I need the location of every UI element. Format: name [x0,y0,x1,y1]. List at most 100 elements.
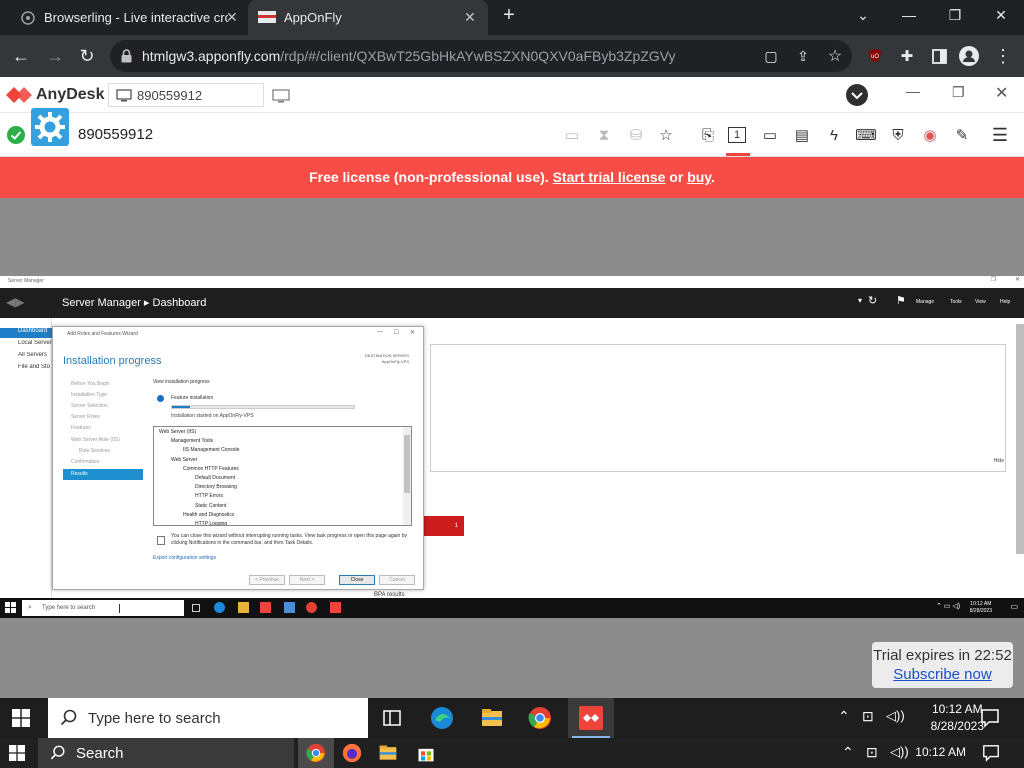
chrome-icon[interactable] [306,602,317,613]
remote-search-box[interactable]: ⌕ Type here to search [22,600,184,616]
sm-alert-tile[interactable]: 1 [420,516,464,536]
sm-menu-help[interactable]: Help [1000,299,1010,305]
keyboard-icon[interactable]: ⌨ [855,125,877,145]
hamburger-menu-icon[interactable]: ☰ [990,125,1010,145]
remote-settings-gear-icon[interactable] [31,108,69,146]
subscribe-now-link[interactable]: Subscribe now [872,666,1013,683]
sm-back-icon[interactable]: ◀▶ [6,295,24,309]
chrome-icon[interactable] [528,706,552,730]
favorite-star-icon[interactable]: ☆ [656,125,676,145]
tab-browserling[interactable]: Browserling - Live interactive cro ✕ [10,0,246,35]
forward-icon[interactable]: → [42,43,68,69]
sm-menu-view[interactable]: View [975,299,986,305]
windows-start-icon[interactable] [12,709,30,727]
close-window-button[interactable]: ✕ [978,0,1024,30]
permissions-shield-icon[interactable]: ⛨ [888,125,908,145]
wizard-maximize-icon[interactable]: ☐ [394,329,399,336]
minimize-button[interactable]: — [886,0,932,30]
sidebar-item-all-servers[interactable]: All Servers [0,352,52,362]
feature-list[interactable]: Web Server (IIS) Management Tools IIS Mana… [153,426,412,526]
database-icon[interactable]: ⛁ [626,125,646,145]
chrome-active-task[interactable] [298,738,334,768]
monitor-1-icon[interactable]: 1 [728,127,746,143]
network-icon[interactable]: ⊡ [862,708,874,725]
sm-scrollbar[interactable] [1016,324,1024,554]
anydesk-minimize-button[interactable]: — [906,83,920,99]
host-search-box[interactable]: Search [38,738,294,768]
extensions-icon[interactable]: ✚ [894,43,920,69]
edge-icon[interactable] [214,602,225,613]
export-settings-link[interactable]: Export configuration settings [153,555,216,561]
sm-refresh-icon[interactable]: ↻ [868,294,877,307]
remote-notification-icon[interactable]: ▭ [1010,602,1018,611]
remote-desktop-view[interactable]: Server Manager ❐ ✕ ◀▶ Server Manager ▸ D… [0,276,1024,618]
side-panel-icon[interactable] [926,43,952,69]
sidebar-item-local-server[interactable]: Local Server [0,340,52,350]
next-button[interactable]: Next > [289,575,325,585]
share-icon[interactable]: ⇪ [790,43,816,69]
sm-dropdown-icon[interactable]: ▾ [858,296,862,305]
record-icon[interactable]: ◉ [920,125,940,145]
wizard-step-results[interactable]: Results [63,469,143,480]
windows-start-icon[interactable] [9,745,25,761]
close-tab-icon[interactable]: ✕ [226,9,238,26]
host-show-hidden-icons[interactable]: ⌃ [842,744,854,761]
cancel-button[interactable]: Cancel [379,575,415,585]
file-explorer-icon[interactable] [378,743,398,763]
file-transfer-icon[interactable]: ⎘ [698,125,718,145]
tab-apponfly[interactable]: AppOnFly ✕ [248,0,488,35]
sm-notifications-flag-icon[interactable]: ⚑ [896,294,906,307]
new-tab-button[interactable]: + [494,0,524,30]
hourglass-icon[interactable]: ⧗ [594,125,614,145]
sm-restore-icon[interactable]: ❐ [991,276,996,283]
anydesk-close-button[interactable]: ✕ [995,83,1008,103]
store-icon[interactable] [416,743,436,763]
profile-icon[interactable] [956,43,982,69]
anydesk-restore-button[interactable]: ❐ [952,84,965,101]
windows-start-icon[interactable] [5,602,16,613]
start-trial-link[interactable]: Start trial license [553,169,666,185]
close-tab-icon[interactable]: ✕ [464,9,476,26]
firefox-icon[interactable] [342,743,362,763]
file-explorer-icon[interactable] [238,602,249,613]
anydesk-menu-icon[interactable] [846,84,868,106]
previous-button[interactable]: < Previous [249,575,285,585]
actions-lightning-icon[interactable]: ϟ [824,125,844,145]
wizard-minimize-icon[interactable]: — [377,329,383,335]
host-volume-icon[interactable]: ◁)) [890,744,909,760]
anydesk-taskbar-icon-2[interactable] [330,602,341,613]
menu-kebab-icon[interactable]: ⋮ [990,43,1016,69]
ublock-extension-icon[interactable]: uO [862,43,888,69]
bookmark-star-icon[interactable]: ☆ [822,43,848,69]
buy-link[interactable]: buy [687,169,711,185]
sidebar-item-dashboard[interactable]: Dashboard [0,328,52,338]
task-view-icon[interactable] [380,706,404,730]
sm-menu-manage[interactable]: Manage [916,299,934,305]
volume-icon[interactable]: ◁)) [886,708,905,724]
scroll-thumb[interactable] [404,435,410,493]
vm-search-box[interactable]: Type here to search [48,698,368,738]
anydesk-active-task[interactable] [568,698,614,738]
show-hidden-icons[interactable]: ⌃ [838,708,850,725]
tab-search-icon[interactable]: ⌄ [840,0,886,30]
restore-button[interactable]: ❐ [932,0,978,30]
file-explorer-icon[interactable] [480,706,504,730]
clipboard-icon[interactable]: ▢ [758,43,784,69]
feature-list-scrollbar[interactable] [403,427,411,525]
notification-icon[interactable] [980,708,1000,728]
anydesk-taskbar-icon[interactable] [260,602,271,613]
wizard-close-icon[interactable]: ✕ [410,329,415,336]
screen-icon[interactable]: ▭ [760,125,780,145]
back-icon[interactable]: ← [8,43,34,69]
sm-hide-link[interactable]: Hide [994,458,1004,464]
sm-menu-tools[interactable]: Tools [950,299,962,305]
reload-icon[interactable]: ↻ [74,43,100,69]
host-network-icon[interactable]: ⊡ [866,744,878,761]
whiteboard-pen-icon[interactable]: ✎ [952,125,972,145]
connect-monitor-icon[interactable] [272,89,290,103]
edge-icon[interactable] [430,706,454,730]
wizard-close-button[interactable]: Close [339,575,375,585]
sm-close-icon[interactable]: ✕ [1015,276,1020,283]
server-manager-taskbar-icon[interactable] [284,602,295,613]
display-icon[interactable]: ▭ [562,125,582,145]
